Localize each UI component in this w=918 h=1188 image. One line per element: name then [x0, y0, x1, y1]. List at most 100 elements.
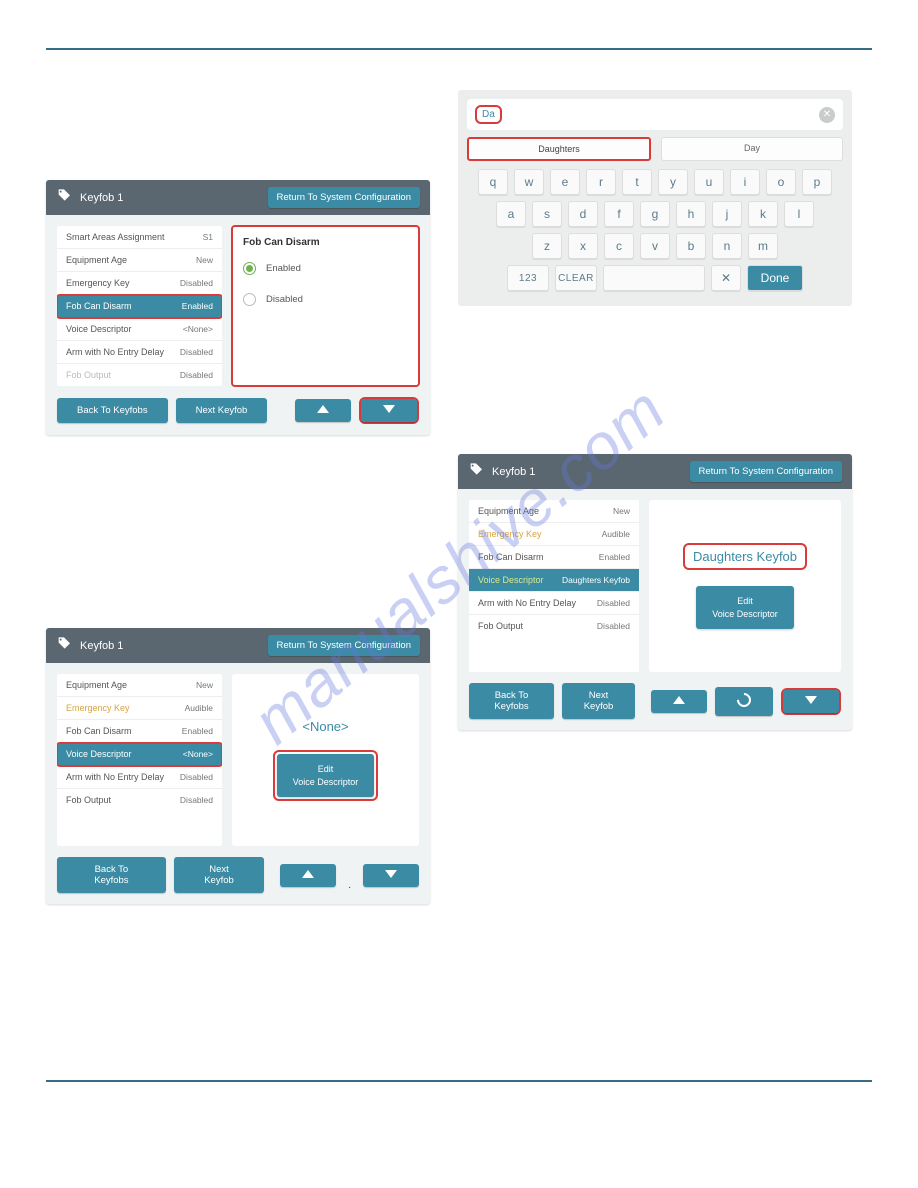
list-item[interactable]: Fob OutputDisabled: [57, 789, 222, 811]
detail-pane: Fob Can Disarm Enabled Disabled: [232, 226, 419, 386]
clear-input-icon[interactable]: ✕: [819, 107, 835, 123]
voice-descriptor-value: <None>: [302, 719, 348, 734]
key-numbers[interactable]: 123: [507, 265, 549, 291]
rule-bottom: [46, 1080, 872, 1082]
key-clear[interactable]: CLEAR: [555, 265, 597, 291]
list-item[interactable]: Arm with No Entry DelayDisabled: [57, 766, 222, 789]
key-x[interactable]: x: [568, 233, 598, 259]
keyfob-panel-3: Keyfob 1 Return To System Configuration …: [458, 454, 852, 730]
key-h[interactable]: h: [676, 201, 706, 227]
key-e[interactable]: e: [550, 169, 580, 195]
content-grid: manualshive.com Keyfob 1 Return To Syste…: [46, 90, 872, 1040]
key-z[interactable]: z: [532, 233, 562, 259]
list-item[interactable]: Arm with No Entry DelayDisabled: [469, 592, 639, 615]
key-i[interactable]: i: [730, 169, 760, 195]
onscreen-keyboard: Da ✕ Daughters Day q w e r t y u i o: [458, 90, 852, 306]
list-item[interactable]: Emergency KeyAudible: [57, 697, 222, 720]
settings-list: Equipment AgeNew Emergency KeyAudible Fo…: [57, 674, 222, 846]
edit-voice-descriptor-button[interactable]: EditVoice Descriptor: [696, 586, 794, 629]
scroll-down-button[interactable]: [363, 864, 419, 887]
tag-icon: [56, 636, 80, 655]
key-row-4: 123 CLEAR ✕ Done: [467, 265, 843, 291]
panel-title: Keyfob 1: [80, 192, 268, 204]
key-v[interactable]: v: [640, 233, 670, 259]
key-w[interactable]: w: [514, 169, 544, 195]
scroll-up-button[interactable]: [295, 399, 351, 422]
key-backspace[interactable]: ✕: [711, 265, 741, 291]
radio-disabled[interactable]: Disabled: [243, 293, 408, 306]
key-y[interactable]: y: [658, 169, 688, 195]
key-c[interactable]: c: [604, 233, 634, 259]
edit-voice-descriptor-button[interactable]: EditVoice Descriptor: [277, 754, 375, 797]
key-space[interactable]: [603, 265, 705, 291]
tag-icon: [468, 462, 492, 481]
list-item[interactable]: Fob Can DisarmEnabled: [57, 720, 222, 743]
key-q[interactable]: q: [478, 169, 508, 195]
key-l[interactable]: l: [784, 201, 814, 227]
key-r[interactable]: r: [586, 169, 616, 195]
return-button[interactable]: Return To System Configuration: [268, 187, 420, 208]
scroll-up-button[interactable]: [651, 690, 707, 713]
key-d[interactable]: d: [568, 201, 598, 227]
list-item[interactable]: Equipment AgeNew: [57, 674, 222, 697]
list-item[interactable]: Smart Areas AssignmentS1: [57, 226, 222, 249]
list-item[interactable]: Arm with No Entry DelayDisabled: [57, 341, 222, 364]
list-item-voice-descriptor[interactable]: Voice Descriptor<None>: [57, 743, 222, 766]
list-item-voice-descriptor[interactable]: Voice DescriptorDaughters Keyfob: [469, 569, 639, 592]
panel-title: Keyfob 1: [492, 466, 690, 478]
settings-list: Equipment AgeNew Emergency KeyAudible Fo…: [469, 500, 639, 672]
key-b[interactable]: b: [676, 233, 706, 259]
next-keyfob-button[interactable]: Next Keyfob: [562, 683, 635, 719]
key-u[interactable]: u: [694, 169, 724, 195]
list-item[interactable]: Fob Can DisarmEnabled: [469, 546, 639, 569]
keyfob-panel-4: Keyfob 1 Return To System Configuration …: [46, 628, 430, 904]
keyfob-panel-1: Keyfob 1 Return To System Configuration …: [46, 180, 430, 435]
tag-icon: [56, 188, 80, 207]
suggestion-1[interactable]: Daughters: [467, 137, 651, 161]
back-to-keyfobs-button[interactable]: Back To Keyfobs: [469, 683, 554, 719]
voice-descriptor-value: Daughters Keyfob: [683, 543, 807, 570]
suggestion-2[interactable]: Day: [661, 137, 843, 161]
scroll-down-button[interactable]: [783, 690, 839, 713]
list-item-fob-can-disarm[interactable]: Fob Can DisarmEnabled: [57, 295, 222, 318]
undo-button[interactable]: [715, 687, 773, 716]
key-m[interactable]: m: [748, 233, 778, 259]
list-item[interactable]: Equipment AgeNew: [469, 500, 639, 523]
key-p[interactable]: p: [802, 169, 832, 195]
back-to-keyfobs-button[interactable]: Back To Keyfobs: [57, 398, 168, 423]
detail-pane: <None> EditVoice Descriptor: [232, 674, 419, 846]
list-item[interactable]: Fob OutputDisabled: [57, 364, 222, 386]
key-done[interactable]: Done: [747, 265, 803, 291]
next-keyfob-button[interactable]: Next Keyfob: [174, 857, 264, 893]
key-row-3: z x c v b n m: [467, 233, 843, 259]
key-o[interactable]: o: [766, 169, 796, 195]
list-item[interactable]: Voice Descriptor<None>: [57, 318, 222, 341]
radio-enabled[interactable]: Enabled: [243, 262, 408, 275]
list-item[interactable]: Emergency KeyAudible: [469, 523, 639, 546]
panel-header: Keyfob 1 Return To System Configuration: [46, 628, 430, 663]
list-item[interactable]: Equipment AgeNew: [57, 249, 222, 272]
key-row-2: a s d f g h j k l: [467, 201, 843, 227]
return-button[interactable]: Return To System Configuration: [690, 461, 842, 482]
key-s[interactable]: s: [532, 201, 562, 227]
scroll-down-button[interactable]: [361, 399, 417, 422]
key-t[interactable]: t: [622, 169, 652, 195]
panel-header: Keyfob 1 Return To System Configuration: [458, 454, 852, 489]
typed-text: Da: [475, 105, 502, 124]
list-item[interactable]: Fob OutputDisabled: [469, 615, 639, 637]
back-to-keyfobs-button[interactable]: Back To Keyfobs: [57, 857, 166, 893]
key-n[interactable]: n: [712, 233, 742, 259]
settings-list: Smart Areas AssignmentS1 Equipment AgeNe…: [57, 226, 222, 386]
detail-title: Fob Can Disarm: [243, 237, 408, 248]
list-item[interactable]: Emergency KeyDisabled: [57, 272, 222, 295]
text-input-bar[interactable]: Da ✕: [467, 99, 843, 130]
key-a[interactable]: a: [496, 201, 526, 227]
scroll-up-button[interactable]: [280, 864, 336, 887]
return-button[interactable]: Return To System Configuration: [268, 635, 420, 656]
key-f[interactable]: f: [604, 201, 634, 227]
key-g[interactable]: g: [640, 201, 670, 227]
key-j[interactable]: j: [712, 201, 742, 227]
key-k[interactable]: k: [748, 201, 778, 227]
next-keyfob-button[interactable]: Next Keyfob: [176, 398, 268, 423]
key-row-1: q w e r t y u i o p: [467, 169, 843, 195]
